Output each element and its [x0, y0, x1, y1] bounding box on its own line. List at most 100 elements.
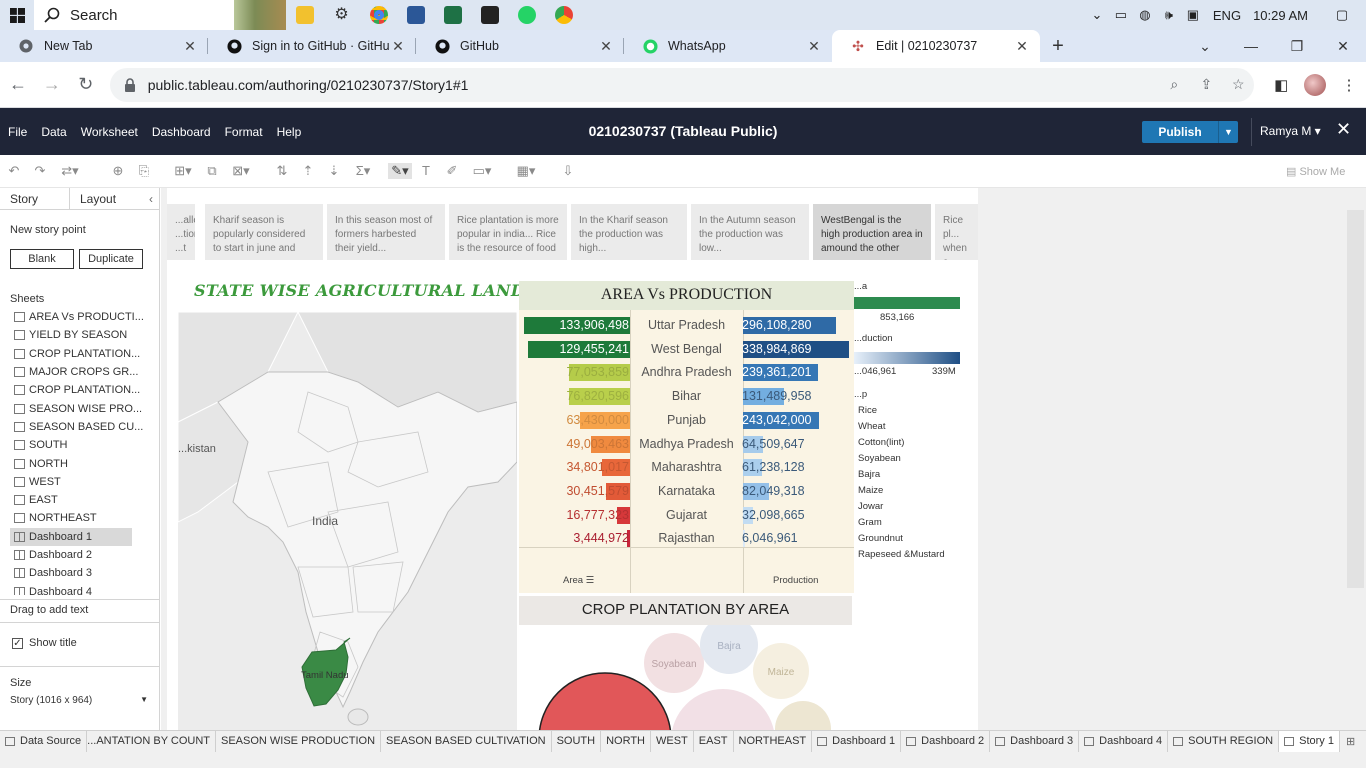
sheet-tab[interactable]: Story 1 [1279, 731, 1340, 752]
meet-icon[interactable]: ◍ [1133, 0, 1157, 30]
highlight-icon[interactable]: ✎▾ [388, 163, 412, 179]
close-tab-icon[interactable]: ✕ [598, 38, 614, 55]
avp-row[interactable]: 129,455,241 West Bengal 338,984,869 [519, 338, 854, 362]
close-tab-icon[interactable]: ✕ [1014, 38, 1030, 55]
whatsapp-taskbar-icon[interactable] [508, 0, 545, 30]
show-me-button[interactable]: ▤ Show Me [1286, 165, 1345, 178]
avp-row[interactable]: 30,451,579 Karnataka 82,049,318 [519, 480, 854, 504]
story-point-1[interactable]: ...aller ...tion ...t [167, 204, 195, 260]
sheet-tab[interactable]: SEASON BASED CULTIVATION [381, 731, 552, 752]
store-icon[interactable] [471, 0, 508, 30]
labels-icon[interactable]: T [418, 163, 434, 179]
replace-data-icon[interactable]: ⇄▾ [56, 163, 84, 179]
collapse-panel-icon[interactable]: ‹ [143, 188, 159, 209]
legend-crop-item[interactable]: Rapeseed &Mustard [858, 549, 945, 560]
bubble-groundnut[interactable] [775, 701, 831, 730]
legend-crop-item[interactable]: Jowar [858, 501, 883, 512]
forward-icon[interactable]: → [36, 69, 68, 101]
legend-crop-item[interactable]: Groundnut [858, 533, 903, 544]
language-indicator[interactable]: ENG [1213, 8, 1241, 23]
size-select[interactable]: Story (1016 x 964) ▼ [10, 695, 148, 706]
close-authoring-icon[interactable]: ✕ [1336, 119, 1351, 140]
sort-asc-icon[interactable]: ⇡ [300, 163, 316, 179]
excel-icon[interactable] [434, 0, 471, 30]
side-panel-icon[interactable]: ◧ [1264, 68, 1298, 102]
sheet-item[interactable]: CROP PLANTATION... [10, 381, 158, 399]
blank-button[interactable]: Blank [10, 249, 74, 269]
clear-sheet-icon[interactable]: ⊠▾ [230, 163, 252, 179]
reload-icon[interactable]: ↻ [70, 69, 102, 101]
sheet-item[interactable]: MAJOR CROPS GR... [10, 363, 158, 381]
close-tab-icon[interactable]: ✕ [182, 38, 198, 55]
tab-layout[interactable]: Layout [70, 188, 126, 209]
avp-row[interactable]: 63,430,000 Punjab 243,042,000 [519, 409, 854, 433]
sheet-tab[interactable]: EAST [694, 731, 734, 752]
sheet-tab[interactable]: SOUTH REGION [1168, 731, 1280, 752]
undo-icon[interactable]: ↶ [6, 163, 22, 179]
zoom-icon[interactable]: ⌕ [1158, 76, 1190, 93]
restore-icon[interactable]: ❐ [1274, 38, 1320, 55]
show-title-checkbox[interactable]: ✓ [12, 637, 23, 649]
tab-search-icon[interactable]: ⌄ [1182, 38, 1228, 55]
legend-crop-item[interactable]: Wheat [858, 421, 885, 432]
browser-tab-new-tab[interactable]: New Tab ✕ [0, 30, 208, 62]
legend-crop-item[interactable]: Soyabean [858, 453, 901, 464]
new-sheet-icon[interactable]: ⊞ [1340, 735, 1361, 748]
sheet-tab[interactable]: Dashboard 1 [812, 731, 902, 752]
close-tab-icon[interactable]: ✕ [806, 38, 822, 55]
redo-icon[interactable]: ↷ [32, 163, 48, 179]
crop-plantation-bubbles[interactable]: Soyabean Bajra Maize [519, 625, 854, 730]
avp-row[interactable]: 34,801,017 Maharashtra 61,238,128 [519, 456, 854, 480]
browser-menu-icon[interactable]: ⋮ [1332, 68, 1366, 102]
minimize-icon[interactable]: — [1228, 38, 1274, 54]
sheet-item[interactable]: YIELD BY SEASON [10, 326, 158, 344]
sort-icon[interactable]: ☰ [586, 575, 595, 586]
sheet-tab[interactable]: Dashboard 4 [1079, 731, 1169, 752]
browser-tab-github[interactable]: GitHub ✕ [416, 30, 624, 62]
sheet-item[interactable]: SEASON BASED CU... [10, 418, 158, 436]
avp-row[interactable]: 76,820,596 Bihar 131,489,958 [519, 385, 854, 409]
story-point-7[interactable]: WestBengal is the high production area i… [813, 204, 931, 260]
tab-story[interactable]: Story [0, 188, 70, 209]
story-point-2[interactable]: Kharif season is popularly considered to… [205, 204, 323, 260]
notification-icon[interactable]: ▢ [1330, 0, 1354, 30]
close-tab-icon[interactable]: ✕ [390, 38, 406, 55]
share-icon[interactable]: ⇪ [1190, 76, 1222, 93]
windows-start-icon[interactable] [0, 0, 34, 30]
sheet-item[interactable]: EAST [10, 491, 158, 509]
clock[interactable]: 10:29 AM [1253, 8, 1308, 23]
sheet-item[interactable]: Dashboard 1 [10, 527, 132, 546]
browser-tab-github-signin[interactable]: Sign in to GitHub · GitHub ✕ [208, 30, 416, 62]
battery-icon[interactable]: ▭ [1109, 0, 1133, 30]
sheet-item[interactable]: SOUTH [10, 436, 158, 454]
duplicate-sheet-icon[interactable]: ⧉ [204, 163, 220, 179]
pause-updates-icon[interactable]: ⎘ [136, 163, 152, 179]
avp-row[interactable]: 133,906,498 Uttar Pradesh 296,108,280 [519, 314, 854, 338]
new-datasource-icon[interactable]: ⊕ [110, 163, 126, 179]
sheet-item[interactable]: Dashboard 2 [10, 546, 158, 564]
sheet-item[interactable]: CROP PLANTATION... [10, 345, 158, 363]
browser-tab-whatsapp[interactable]: WhatsApp ✕ [624, 30, 832, 62]
story-point-5[interactable]: In the Kharif season the production was … [571, 204, 687, 260]
sheet-tab[interactable]: ...ANTATION BY COUNT [87, 731, 216, 752]
story-point-3[interactable]: In this season most of formers harbested… [327, 204, 445, 260]
file-explorer-icon[interactable] [286, 0, 323, 30]
story-point-8[interactable]: Rice pl... when c... cultiva... [935, 204, 978, 260]
sheet-tab[interactable]: NORTHEAST [734, 731, 813, 752]
bubble-cotton[interactable] [671, 689, 775, 730]
area-axis-label[interactable]: Area ☰ [563, 575, 594, 586]
url-input[interactable]: public.tableau.com/authoring/0210230737/… [109, 67, 1255, 102]
sheet-tab[interactable]: NORTH [601, 731, 651, 752]
totals-icon[interactable]: Σ▾ [352, 163, 374, 179]
profile-avatar[interactable] [1298, 68, 1332, 102]
chrome-profile-taskbar-icon[interactable] [545, 0, 582, 30]
download-icon[interactable]: ⇩ [560, 163, 576, 179]
sheet-tab[interactable]: SOUTH [552, 731, 602, 752]
new-dashboard-icon[interactable]: ⊞ [1361, 735, 1366, 748]
sheet-tab[interactable]: Dashboard 2 [901, 731, 991, 752]
legend-crop-item[interactable]: Rice [858, 405, 877, 416]
sheet-item[interactable]: Dashboard 4 [10, 582, 158, 595]
india-map[interactable]: ...kistan India Tamil Nadu [178, 312, 517, 730]
chrome-taskbar-icon[interactable] [360, 0, 397, 30]
sheet-item[interactable]: WEST [10, 473, 158, 491]
